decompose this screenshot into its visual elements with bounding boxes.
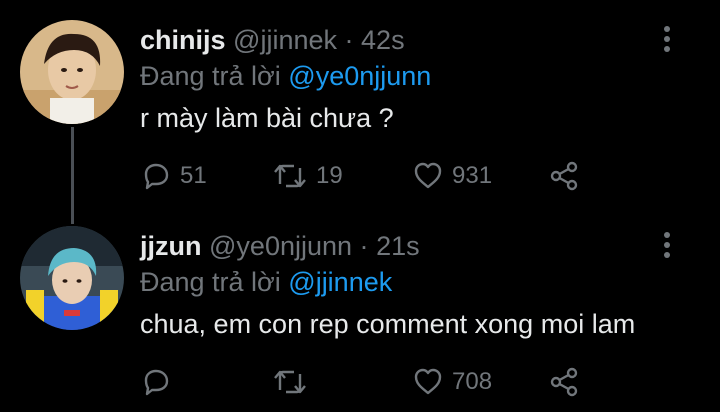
tweet[interactable]: jjzun @ye0njjunn · 21s Đang trả lời @jji… (0, 206, 720, 412)
replying-to-line: Đang trả lời @jjinnek (140, 264, 392, 300)
tweet-header: jjzun @ye0njjunn · 21s (140, 228, 420, 264)
more-options-icon[interactable] (660, 232, 674, 262)
share-icon (550, 161, 578, 191)
action-bar: 708 (140, 362, 610, 402)
user-handle[interactable]: @ye0njjunn (209, 231, 352, 261)
reply-button[interactable] (140, 362, 180, 402)
like-button[interactable]: 931 (412, 156, 492, 196)
display-name[interactable]: jjzun (140, 231, 202, 261)
replying-to-label: Đang trả lời (140, 61, 281, 91)
like-count: 931 (452, 162, 493, 189)
replying-to-mention[interactable]: @jjinnek (288, 267, 392, 297)
timestamp[interactable]: 42s (361, 25, 405, 55)
separator-dot: · (344, 25, 354, 55)
retweet-icon (274, 164, 306, 188)
more-options-icon[interactable] (660, 26, 674, 56)
retweet-icon (274, 370, 306, 394)
tweet-text: chua, em con rep comment xong moi lam (140, 309, 636, 339)
replying-to-mention[interactable]: @ye0njjunn (288, 61, 431, 91)
like-count: 708 (452, 368, 493, 395)
reply-count: 51 (180, 162, 207, 189)
heart-icon (414, 368, 442, 395)
timestamp[interactable]: 21s (376, 231, 420, 261)
reply-button[interactable]: 51 (140, 156, 207, 196)
tweet[interactable]: chinijs @jjinnek · 42s Đang trả lời @ye0… (0, 0, 720, 206)
reply-icon (144, 163, 169, 190)
avatar-image (20, 226, 124, 330)
replying-to-line: Đang trả lời @ye0njjunn (140, 58, 431, 94)
user-handle[interactable]: @jjinnek (233, 25, 337, 55)
display-name[interactable]: chinijs (140, 25, 226, 55)
retweet-button[interactable] (272, 362, 316, 402)
retweet-button[interactable]: 19 (272, 156, 343, 196)
tweet-text: r mày làm bài chưa ? (140, 103, 394, 133)
replying-to-label: Đang trả lời (140, 267, 281, 297)
avatar[interactable] (20, 226, 124, 330)
share-button[interactable] (548, 362, 580, 402)
separator-dot: · (359, 231, 369, 261)
share-icon (550, 367, 578, 397)
tweet-header: chinijs @jjinnek · 42s (140, 22, 405, 58)
heart-icon (414, 162, 442, 189)
reply-icon (144, 369, 169, 396)
action-bar: 51 19 931 (140, 156, 610, 196)
share-button[interactable] (548, 156, 580, 196)
like-button[interactable]: 708 (412, 362, 492, 402)
avatar[interactable] (20, 20, 124, 124)
avatar-image (20, 20, 124, 124)
retweet-count: 19 (316, 162, 343, 189)
